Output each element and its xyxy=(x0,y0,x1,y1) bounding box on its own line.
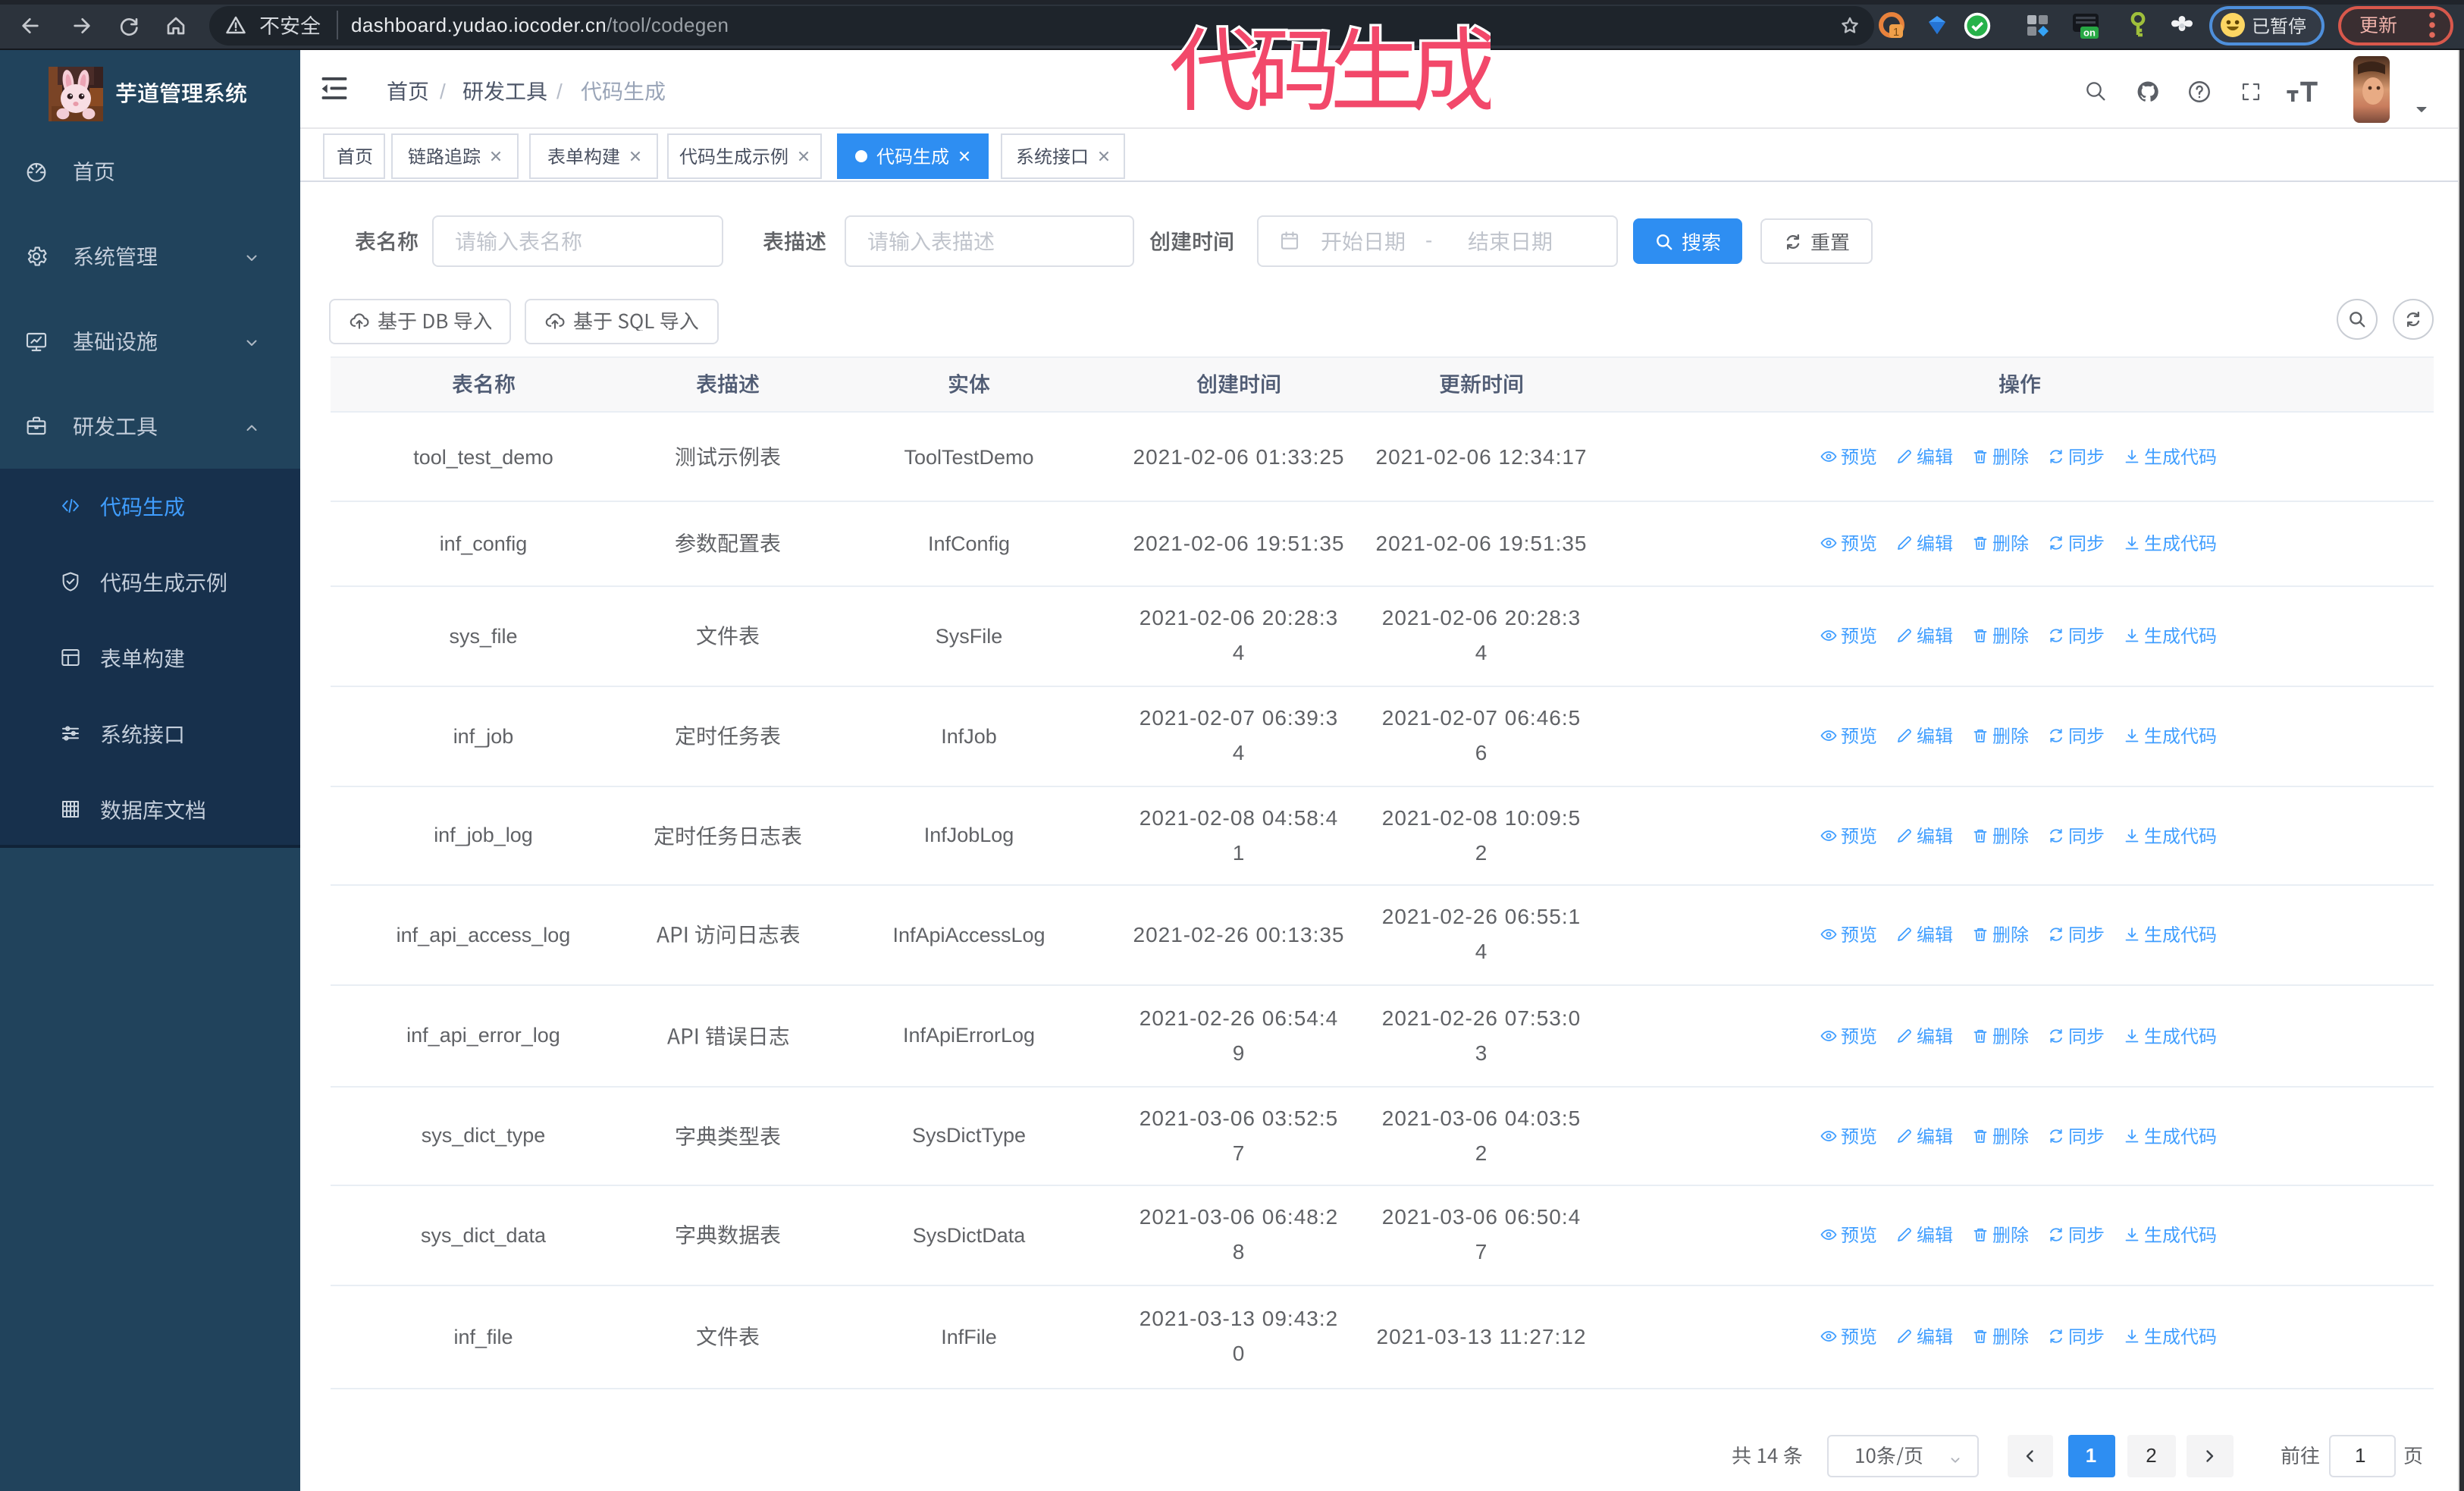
svg-text:1: 1 xyxy=(1893,26,1899,38)
svg-text:on: on xyxy=(2083,27,2096,39)
